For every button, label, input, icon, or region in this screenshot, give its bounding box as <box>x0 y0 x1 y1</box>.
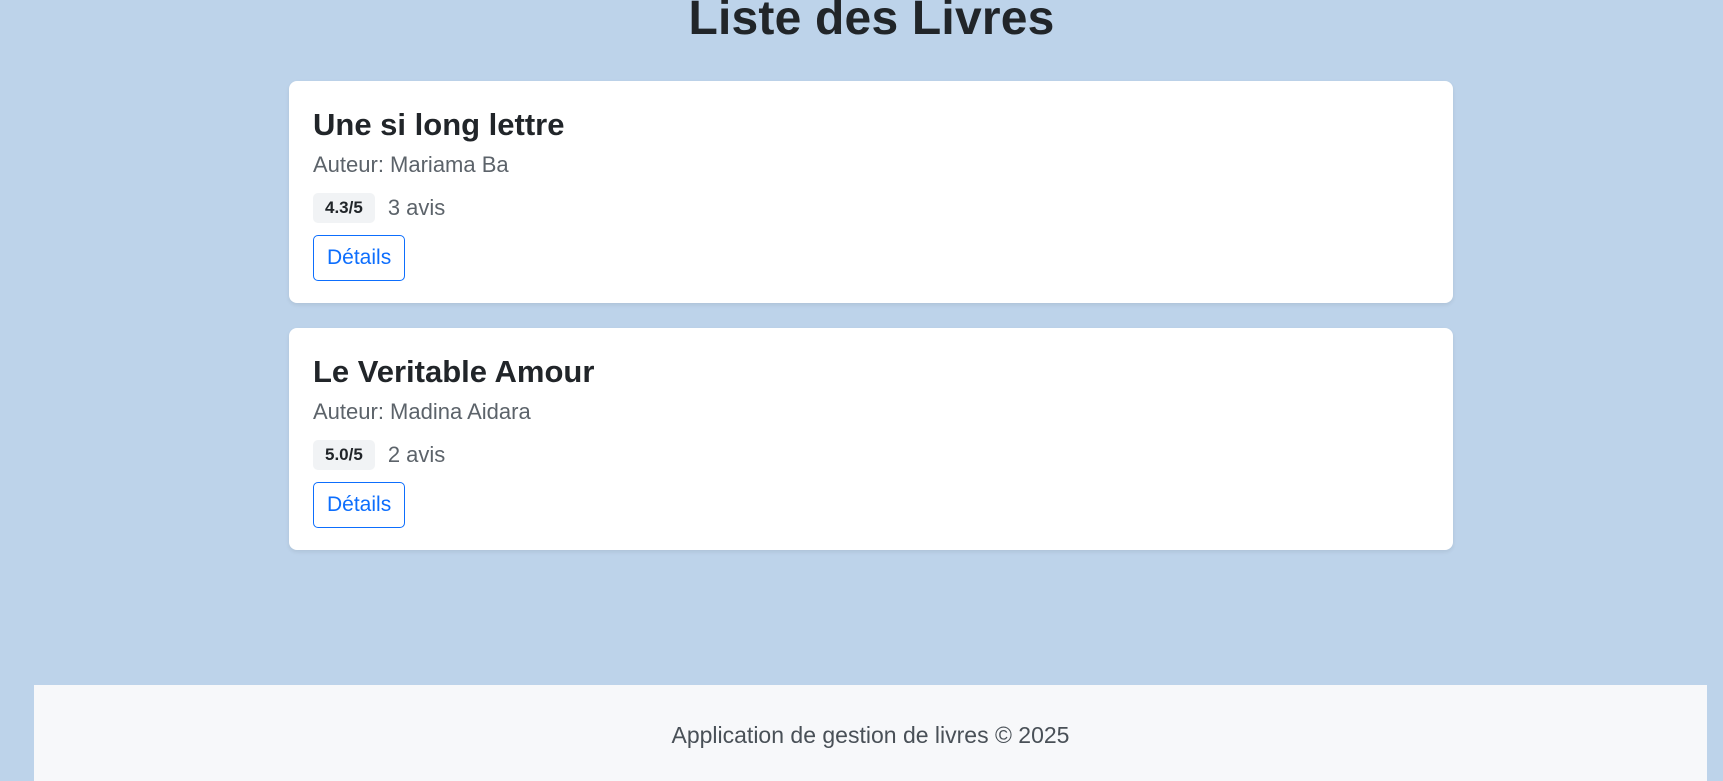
details-button[interactable]: Détails <box>313 235 406 281</box>
details-button[interactable]: Détails <box>313 482 406 528</box>
book-title: Le Veritable Amour <box>313 354 595 389</box>
footer-text: Application de gestion de livres © 2025 <box>671 722 1070 748</box>
page-title: Liste des Livres <box>688 0 1055 45</box>
rating-row: 4.3/5 3 avis <box>313 193 1429 223</box>
book-card: Une si long lettre Auteur: Mariama Ba 4.… <box>289 81 1453 303</box>
book-card: Le Veritable Amour Auteur: Madina Aidara… <box>289 328 1453 550</box>
rating-row: 5.0/5 2 avis <box>313 440 1429 470</box>
book-title: Une si long lettre <box>313 107 565 142</box>
book-author: Auteur: Mariama Ba <box>313 152 509 177</box>
book-list: Une si long lettre Auteur: Mariama Ba 4.… <box>289 81 1453 575</box>
rating-badge: 4.3/5 <box>313 193 375 223</box>
footer: Application de gestion de livres © 2025 <box>34 685 1707 781</box>
review-count: 3 avis <box>387 195 446 220</box>
rating-badge: 5.0/5 <box>313 440 375 470</box>
book-author: Auteur: Madina Aidara <box>313 399 531 424</box>
review-count: 2 avis <box>387 442 446 467</box>
